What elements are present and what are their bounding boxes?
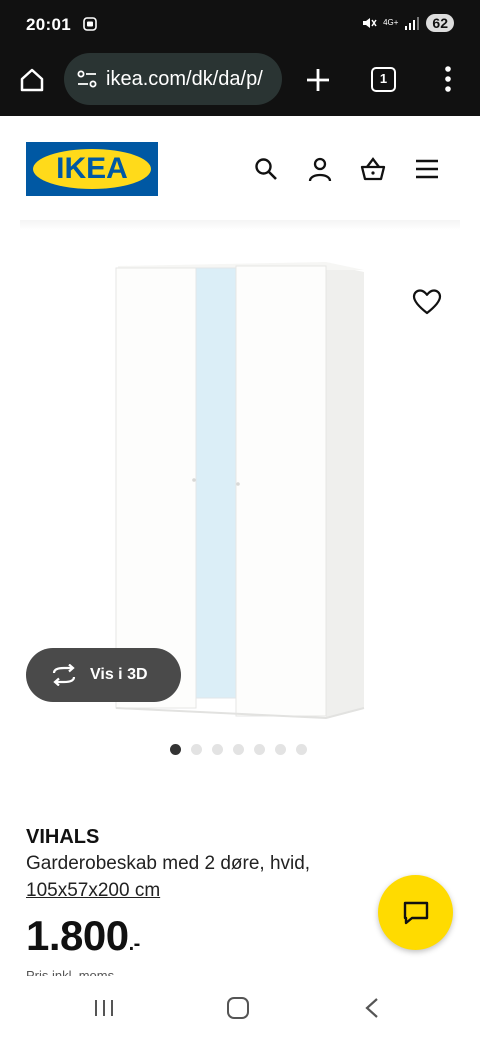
tab-switcher-button[interactable]: 1: [371, 67, 396, 92]
browser-toolbar: ikea.com/dk/da/p/ 1: [0, 50, 480, 116]
mute-icon: [363, 18, 377, 28]
status-icons: 4G+ 62: [361, 14, 454, 32]
system-nav-bar: [0, 976, 480, 1040]
carousel-dot-3[interactable]: [212, 744, 223, 755]
status-time: 20:01: [26, 15, 71, 34]
address-bar[interactable]: ikea.com/dk/da/p/: [64, 53, 282, 105]
product-name: VIHALS: [26, 826, 100, 848]
view-3d-label: Vis i 3D: [90, 666, 148, 683]
price-value: 1.800: [26, 912, 129, 959]
network-type: 4G+: [383, 18, 399, 27]
product-price: 1.800.-: [26, 912, 140, 960]
chat-icon: [403, 901, 429, 925]
chat-button[interactable]: [378, 875, 453, 950]
price-suffix: .-: [128, 933, 141, 955]
header-divider: [20, 220, 460, 230]
view-in-3d-button[interactable]: Vis i 3D: [26, 648, 181, 702]
product-size-link[interactable]: 105x57x200 cm: [26, 880, 160, 902]
carousel-dot-7[interactable]: [296, 744, 307, 755]
notification-icon: [83, 17, 97, 31]
logo-text: IKEA: [56, 152, 128, 185]
cart-icon[interactable]: [360, 156, 386, 182]
home-icon[interactable]: [18, 66, 46, 94]
carousel-dot-5[interactable]: [254, 744, 265, 755]
carousel-dot-2[interactable]: [191, 744, 202, 755]
carousel-dot-4[interactable]: [233, 744, 244, 755]
product-description: Garderobeskab med 2 døre, hvid,: [26, 853, 311, 874]
search-icon[interactable]: [253, 156, 279, 182]
profile-icon[interactable]: [307, 156, 333, 182]
new-tab-icon[interactable]: [304, 66, 332, 94]
home-nav-button[interactable]: [227, 997, 249, 1019]
battery-indicator: 62: [426, 14, 454, 32]
ikea-logo[interactable]: IKEA: [26, 142, 158, 196]
recent-apps-icon[interactable]: [93, 998, 115, 1018]
signal-icon: [405, 17, 420, 30]
menu-icon[interactable]: [414, 156, 440, 182]
back-icon[interactable]: [364, 997, 380, 1019]
carousel-dot-1[interactable]: [170, 744, 181, 755]
url-text: ikea.com/dk/da/p/: [106, 67, 263, 90]
status-bar: 20:01 4G+ 62: [0, 0, 480, 50]
carousel-dot-6[interactable]: [275, 744, 286, 755]
rotate-3d-icon: [52, 664, 76, 686]
more-options-icon[interactable]: [436, 64, 460, 94]
site-settings-icon[interactable]: [76, 68, 98, 90]
product-gallery[interactable]: Vis i 3D: [0, 232, 480, 732]
favorite-heart-icon[interactable]: [412, 288, 442, 316]
carousel-dots: [170, 744, 307, 755]
site-header: IKEA: [0, 116, 480, 226]
